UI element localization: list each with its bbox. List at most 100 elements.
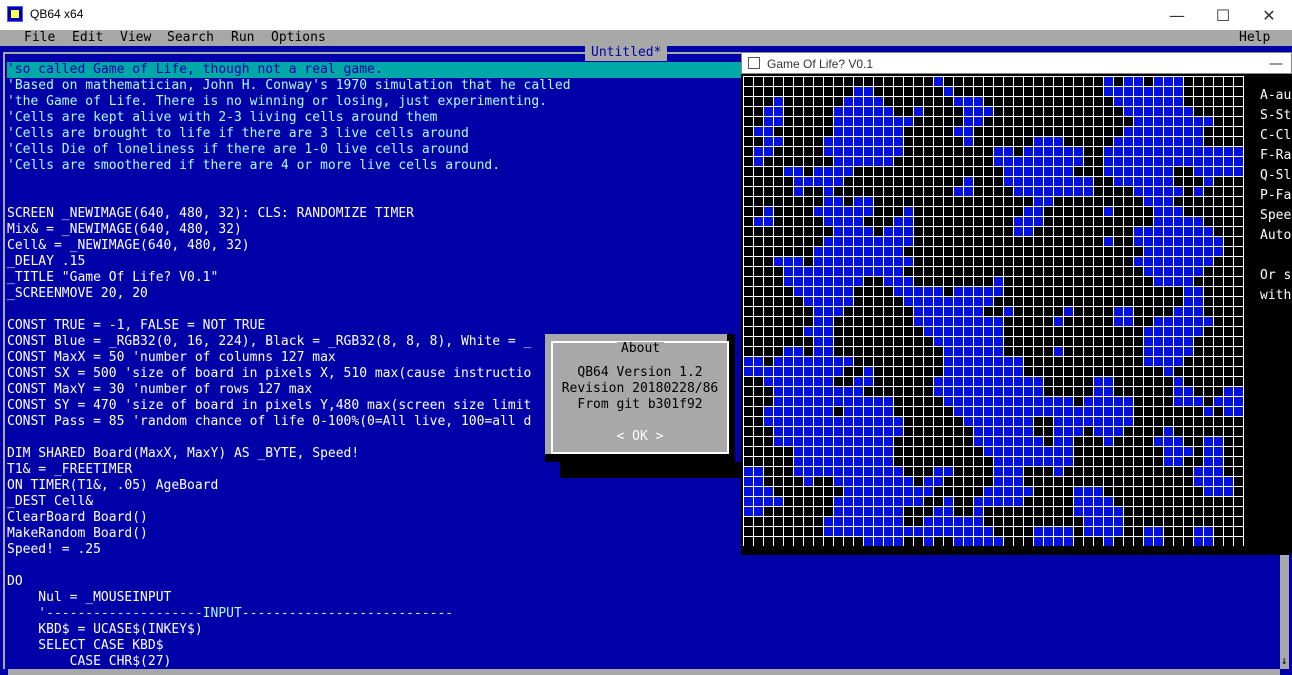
live-cell [1083, 496, 1093, 506]
code-line[interactable]: CASE CHR$(27) [7, 654, 1279, 670]
live-cell [823, 346, 833, 356]
live-cell [943, 296, 953, 306]
live-cell [1073, 156, 1083, 166]
menu-edit[interactable]: Edit [72, 30, 103, 46]
live-cell [893, 246, 903, 256]
live-cell [803, 436, 813, 446]
live-cell [1143, 156, 1153, 166]
scroll-down-arrow-icon[interactable]: ↓ [1279, 654, 1289, 668]
live-cell [1143, 356, 1153, 366]
live-cell [1063, 536, 1073, 546]
live-cell [1033, 166, 1043, 176]
live-cell [833, 426, 843, 436]
live-cell [833, 236, 843, 246]
live-cell [963, 186, 973, 196]
live-cell [863, 366, 873, 376]
live-cell [963, 316, 973, 326]
menu-run[interactable]: Run [231, 30, 254, 46]
live-cell [813, 406, 823, 416]
qb64-app-icon [7, 6, 23, 22]
live-cell [923, 476, 933, 486]
live-cell [813, 176, 823, 186]
live-cell [813, 246, 823, 256]
game-window-titlebar[interactable]: Game Of Life? V0.1 — [741, 52, 1292, 74]
live-cell [1093, 496, 1103, 506]
live-cell [843, 526, 853, 536]
live-cell [823, 366, 833, 376]
live-cell [893, 116, 903, 126]
live-cell [1163, 196, 1173, 206]
game-minimize-button[interactable]: — [1259, 53, 1292, 75]
code-line[interactable] [7, 558, 1279, 574]
live-cell [963, 286, 973, 296]
live-cell [1033, 376, 1043, 386]
live-cell [1053, 436, 1063, 446]
code-line[interactable]: '--------------------INPUT--------------… [7, 606, 1279, 622]
live-cell [933, 296, 943, 306]
live-cell [843, 96, 853, 106]
live-cell [1033, 436, 1043, 446]
code-line[interactable]: Nul = _MOUSEINPUT [7, 590, 1279, 606]
live-cell [803, 286, 813, 296]
live-cell [1143, 326, 1153, 336]
live-cell [863, 236, 873, 246]
live-cell [863, 406, 873, 416]
close-button[interactable]: ✕ [1246, 0, 1292, 30]
live-cell [843, 416, 853, 426]
code-line[interactable]: SELECT CASE KBD$ [7, 638, 1279, 654]
life-board[interactable] [743, 76, 1244, 546]
maximize-button[interactable]: ☐ [1200, 0, 1246, 30]
live-cell [933, 516, 943, 526]
live-cell [1173, 186, 1183, 196]
menu-search[interactable]: Search [167, 30, 214, 46]
live-cell [753, 486, 763, 496]
live-cell [1113, 396, 1123, 406]
menu-options[interactable]: Options [271, 30, 326, 46]
ok-button[interactable]: < OK > [615, 429, 665, 445]
live-cell [1173, 446, 1183, 456]
live-cell [783, 406, 793, 416]
live-cell [1113, 426, 1123, 436]
live-cell [1013, 376, 1023, 386]
live-cell [1043, 396, 1053, 406]
live-cell [1183, 286, 1193, 296]
horizontal-scrollbar[interactable] [8, 669, 1280, 675]
live-cell [983, 496, 993, 506]
live-cell [853, 226, 863, 236]
live-cell [1053, 346, 1063, 356]
live-cell [1173, 126, 1183, 136]
live-cell [823, 336, 833, 346]
live-cell [993, 486, 1003, 496]
live-cell [793, 256, 803, 266]
live-cell [1183, 116, 1193, 126]
live-cell [863, 96, 873, 106]
live-cell [1203, 246, 1213, 256]
code-line[interactable]: DO [7, 574, 1279, 590]
live-cell [863, 516, 873, 526]
live-cell [803, 426, 813, 436]
live-cell [883, 486, 893, 496]
live-cell [963, 96, 973, 106]
code-line[interactable]: KBD$ = UCASE$(INKEY$) [7, 622, 1279, 638]
live-cell [983, 406, 993, 416]
live-cell [983, 296, 993, 306]
menu-help[interactable]: Help [1239, 30, 1270, 46]
live-cell [1053, 526, 1063, 536]
live-cell [1023, 186, 1033, 196]
live-cell [1223, 486, 1233, 496]
live-cell [853, 86, 863, 96]
live-cell [933, 306, 943, 316]
live-cell [853, 116, 863, 126]
live-cell [1163, 136, 1173, 146]
live-cell [753, 476, 763, 486]
menu-view[interactable]: View [120, 30, 151, 46]
live-cell [1003, 486, 1013, 496]
live-cell [793, 266, 803, 276]
minimize-button[interactable]: — [1154, 0, 1200, 30]
live-cell [1053, 466, 1063, 476]
live-cell [883, 406, 893, 416]
live-cell [993, 536, 1003, 546]
menu-file[interactable]: File [24, 30, 55, 46]
live-cell [1173, 376, 1183, 386]
live-cell [793, 376, 803, 386]
